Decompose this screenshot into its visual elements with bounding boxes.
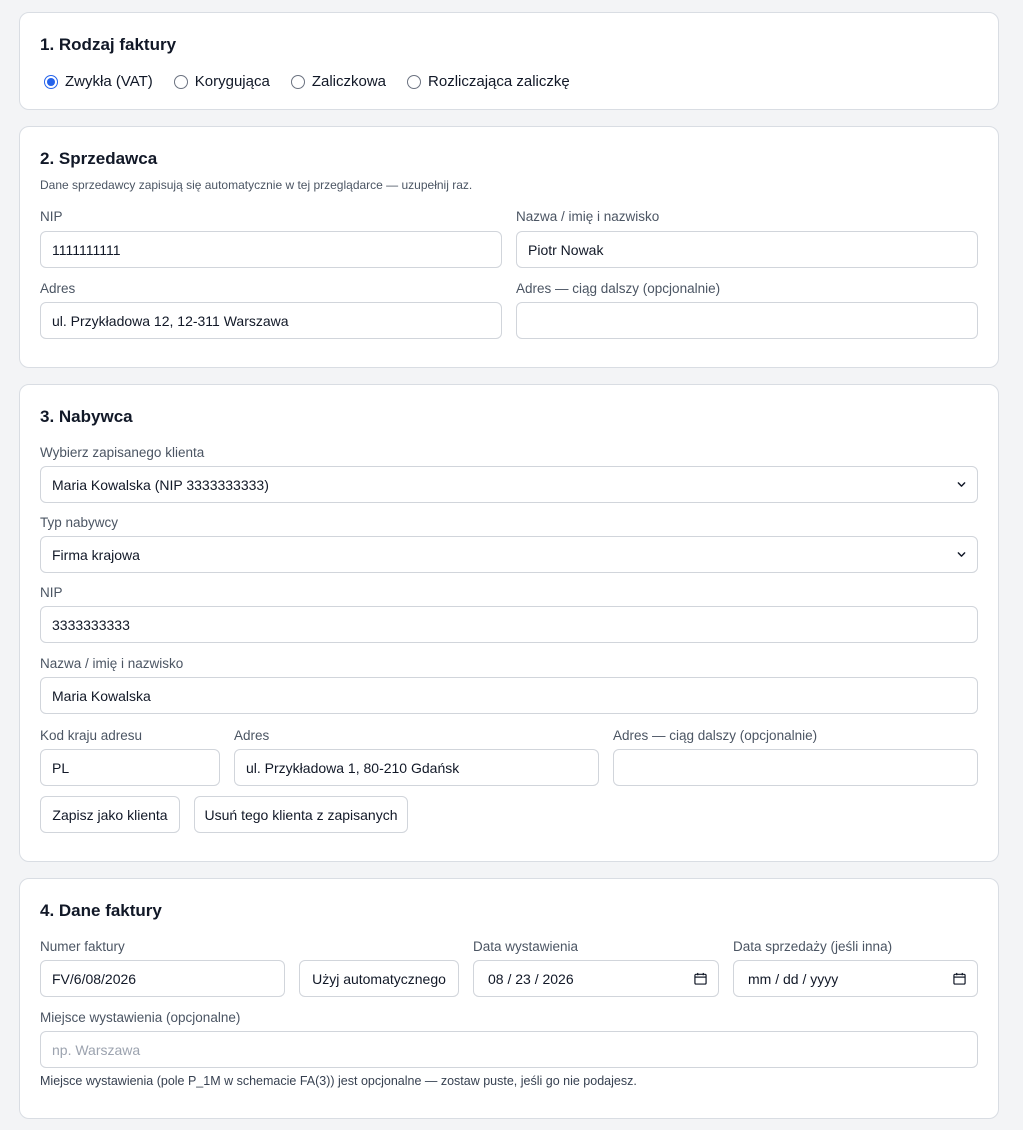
radio-button[interactable]	[407, 74, 422, 89]
radio-label: Rozliczająca zaliczkę	[428, 73, 570, 90]
seller-card: 2. Sprzedawca Dane sprzedawcy zapisują s…	[19, 126, 999, 368]
seller-nip-input[interactable]: 1111111111	[40, 231, 502, 268]
seller-name-input[interactable]: Piotr Nowak	[516, 231, 978, 268]
seller-hint: Dane sprzedawcy zapisują się automatyczn…	[40, 178, 473, 192]
issue-date-label: Data wystawienia	[473, 939, 579, 954]
buyer-address-label: Adres	[234, 728, 270, 743]
section-title: 3. Nabywca	[40, 407, 133, 426]
place-input[interactable]: np. Warszawa	[40, 1031, 978, 1068]
invoice-type-card: 1. Rodzaj faktury Zwykła (VAT) Korygując…	[19, 12, 999, 110]
field-value: 1111111111	[52, 241, 121, 258]
radio-button[interactable]	[290, 74, 305, 89]
seller-address-label: Adres	[40, 281, 76, 296]
buyer-country-input[interactable]: PL	[40, 749, 220, 786]
buyer-name-label: Nazwa / imię i nazwisko	[40, 656, 184, 671]
radio-option-vat[interactable]: Zwykła (VAT)	[44, 73, 153, 90]
sale-date-label: Data sprzedaży (jeśli inna)	[733, 939, 893, 954]
buyer-card: 3. Nabywca Wybierz zapisanego klienta Ma…	[19, 384, 999, 862]
seller-address2-label: Adres — ciąg dalszy (opcjonalnie)	[516, 281, 721, 296]
saved-client-select[interactable]: Maria Kowalska (NIP 3333333333)	[40, 466, 978, 503]
save-client-button[interactable]: Zapisz jako klienta	[40, 796, 180, 833]
seller-address2-input[interactable]	[516, 302, 978, 339]
field-value: ul. Przykładowa 12, 12-311 Warszawa	[52, 312, 289, 329]
buyer-type-label: Typ nabywcy	[40, 515, 119, 530]
seller-name-label: Nazwa / imię i nazwisko	[516, 209, 660, 224]
select-value: Maria Kowalska (NIP 3333333333)	[52, 476, 269, 493]
field-value: 3333333333	[52, 616, 130, 633]
field-value: 08 / 23 / 2026	[488, 970, 574, 987]
issue-date-input[interactable]: 08 / 23 / 2026	[473, 960, 719, 997]
section-title: 1. Rodzaj faktury	[40, 35, 177, 54]
buyer-nip-label: NIP	[40, 585, 63, 600]
radio-label: Korygująca	[194, 73, 270, 90]
buyer-name-input[interactable]: Maria Kowalska	[40, 677, 978, 714]
radio-button-checked[interactable]	[44, 74, 58, 89]
delete-client-button[interactable]: Usuń tego klienta z zapisanych	[194, 796, 408, 833]
seller-address-input[interactable]: ul. Przykładowa 12, 12-311 Warszawa	[40, 302, 502, 339]
select-value: Firma krajowa	[52, 546, 140, 563]
radio-option-correction[interactable]: Korygująca	[173, 73, 270, 90]
radio-label: Zwykła (VAT)	[65, 73, 153, 90]
buyer-country-label: Kod kraju adresu	[40, 728, 143, 743]
section-title: 2. Sprzedawca	[40, 149, 158, 168]
field-value: PL	[52, 759, 70, 776]
place-note: Miejsce wystawienia (pole P_1M w schemac…	[40, 1074, 637, 1088]
section-title: 4. Dane faktury	[40, 901, 162, 920]
radio-button[interactable]	[173, 74, 188, 89]
saved-client-label: Wybierz zapisanego klienta	[40, 445, 205, 460]
buyer-nip-input[interactable]: 3333333333	[40, 606, 978, 643]
field-value: Maria Kowalska	[52, 687, 151, 704]
seller-nip-label: NIP	[40, 209, 63, 224]
auto-number-button[interactable]: Użyj automatycznego	[299, 960, 459, 997]
chevron-down-icon	[957, 482, 966, 487]
buyer-type-select[interactable]: Firma krajowa	[40, 536, 978, 573]
sale-date-input[interactable]: mm / dd / yyyy	[733, 960, 978, 997]
invoice-number-input[interactable]: FV/6/08/2026	[40, 960, 285, 997]
radio-label: Zaliczkowa	[311, 73, 387, 90]
field-value: Piotr Nowak	[528, 241, 604, 258]
invoice-type-radio-group: Zwykła (VAT) Korygująca Zaliczkowa Rozli…	[44, 73, 591, 90]
field-value: ul. Przykładowa 1, 80-210 Gdańsk	[246, 759, 460, 776]
invoice-data-card: 4. Dane faktury Numer faktury FV/6/08/20…	[19, 878, 999, 1119]
buyer-address2-label: Adres — ciąg dalszy (opcjonalnie)	[613, 728, 818, 743]
field-value: FV/6/08/2026	[52, 970, 137, 987]
buyer-address2-input[interactable]	[613, 749, 978, 786]
field-value: mm / dd / yyyy	[748, 970, 839, 987]
radio-option-advance[interactable]: Zaliczkowa	[290, 73, 387, 90]
place-label: Miejsce wystawienia (opcjonalne)	[40, 1010, 241, 1025]
radio-option-settlement[interactable]: Rozliczająca zaliczkę	[407, 73, 570, 90]
calendar-icon[interactable]	[953, 972, 966, 985]
invoice-number-label: Numer faktury	[40, 939, 125, 954]
buyer-address-input[interactable]: ul. Przykładowa 1, 80-210 Gdańsk	[234, 749, 599, 786]
field-placeholder: np. Warszawa	[52, 1041, 141, 1058]
chevron-down-icon	[957, 552, 966, 557]
calendar-icon[interactable]	[694, 972, 707, 985]
